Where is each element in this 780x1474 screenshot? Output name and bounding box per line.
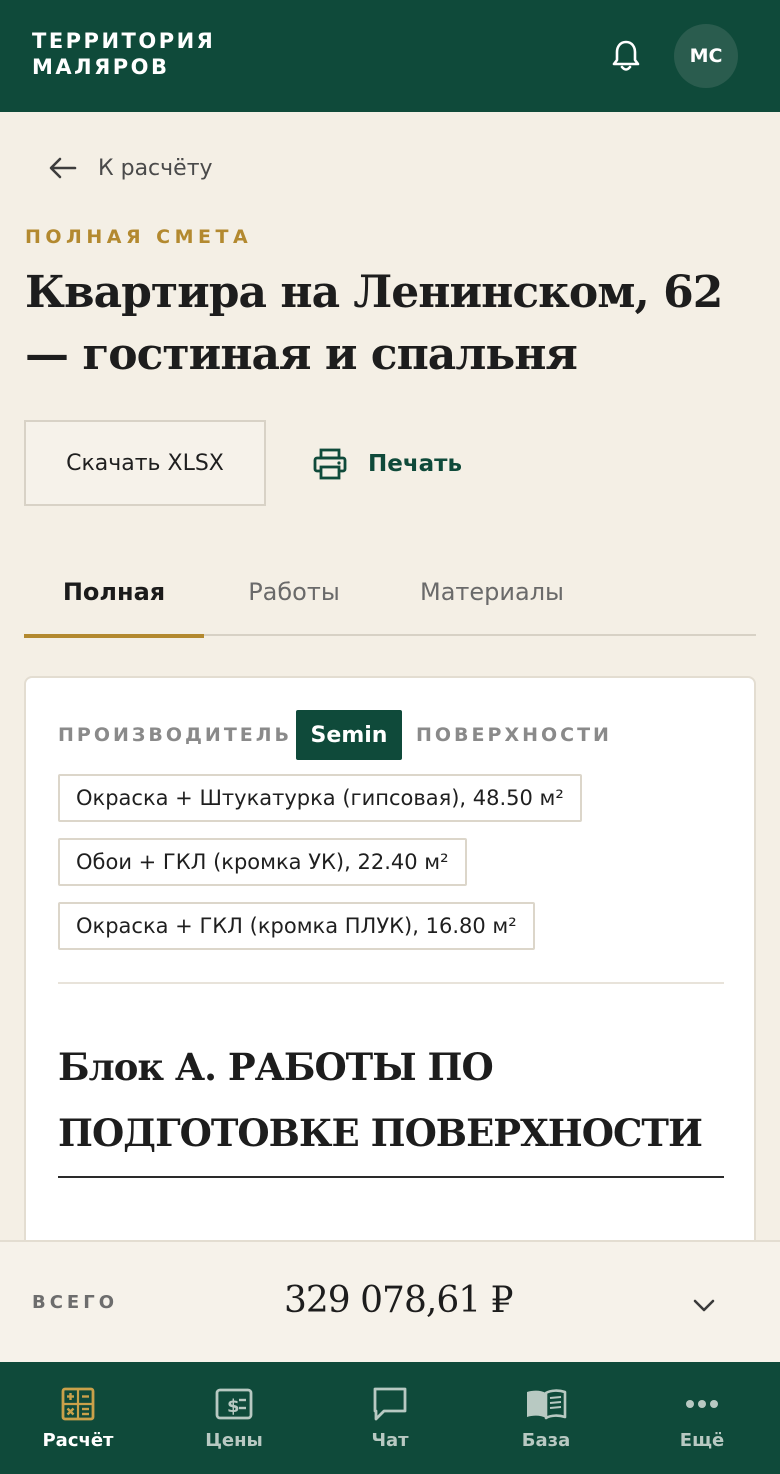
card-divider: [58, 982, 724, 984]
tab-full[interactable]: Полная: [24, 548, 204, 638]
brand-logo[interactable]: ТЕРРИТОРИЯ МАЛЯРОВ: [32, 28, 215, 80]
user-avatar[interactable]: МС: [674, 24, 738, 88]
surface-chip: Окраска + Штукатурка (гипсовая), 48.50 м…: [58, 774, 582, 822]
calculator-icon: [61, 1384, 95, 1424]
download-xlsx-button[interactable]: Скачать XLSX: [24, 420, 266, 506]
surface-chip: Обои + ГКЛ (кромка УК), 22.40 м²: [58, 838, 467, 886]
arrow-left-icon: [49, 157, 77, 179]
svg-text:$: $: [227, 1396, 240, 1417]
nav-label-calculation: Расчёт: [42, 1430, 114, 1451]
surfaces-label: ПОВЕРХНОСТИ: [416, 724, 612, 746]
block-heading-rule: [58, 1176, 724, 1178]
block-a-heading: Блок А. РАБОТЫ ПО ПОДГОТОВКЕ ПОВЕРХНОСТИ: [58, 1045, 703, 1155]
brand-line-1: ТЕРРИТОРИЯ: [32, 29, 216, 53]
surface-chip: Окраска + ГКЛ (кромка ПЛУК), 16.80 м²: [58, 902, 535, 950]
nav-label-knowledge-base: База: [521, 1430, 571, 1451]
brand-line-2: МАЛЯРОВ: [32, 55, 170, 79]
price-tag-icon: $: [215, 1384, 253, 1424]
tab-materials[interactable]: Материалы: [402, 548, 582, 636]
nav-label-prices: Цены: [205, 1430, 263, 1451]
total-value: 329 078,61 ₽: [284, 1280, 513, 1321]
nav-item-prices[interactable]: $ Цены: [156, 1362, 312, 1474]
chevron-down-icon[interactable]: [684, 1286, 724, 1326]
nav-label-chat: Чат: [371, 1430, 409, 1451]
page-title: Квартира на Ленинском, 62 — гостиная и с…: [25, 267, 723, 380]
total-label: ВСЕГО: [32, 1292, 118, 1313]
book-icon: [524, 1384, 568, 1424]
back-link-label: К расчёту: [98, 155, 213, 181]
bottom-navigation: Расчёт $ Цены Чат База Ещё: [0, 1362, 780, 1474]
notifications-bell-icon[interactable]: [606, 36, 646, 76]
nav-label-more: Ещё: [679, 1430, 725, 1451]
printer-icon: [313, 448, 347, 480]
nav-item-chat[interactable]: Чат: [312, 1362, 468, 1474]
top-app-bar: ТЕРРИТОРИЯ МАЛЯРОВ МС: [0, 0, 780, 112]
page-eyebrow: ПОЛНАЯ СМЕТА: [25, 226, 253, 248]
print-button[interactable]: Печать: [312, 440, 462, 488]
manufacturer-badge: Semin: [296, 710, 402, 760]
estimate-card: ПРОИЗВОДИТЕЛЬ Semin ПОВЕРХНОСТИ Окраска …: [24, 676, 756, 1296]
nav-item-knowledge-base[interactable]: База: [468, 1362, 624, 1474]
tab-works[interactable]: Работы: [214, 548, 374, 636]
estimate-tabs: Полная Работы Материалы: [24, 548, 756, 638]
manufacturer-label: ПРОИЗВОДИТЕЛЬ: [58, 724, 293, 746]
back-to-calculation-link[interactable]: К расчёту: [48, 150, 213, 186]
nav-item-calculation[interactable]: Расчёт: [0, 1362, 156, 1474]
total-summary-bar[interactable]: ВСЕГО 329 078,61 ₽: [0, 1240, 780, 1362]
print-button-label: Печать: [368, 451, 463, 477]
more-dots-icon: [685, 1384, 719, 1424]
nav-item-more[interactable]: Ещё: [624, 1362, 780, 1474]
chat-icon: [371, 1384, 409, 1424]
